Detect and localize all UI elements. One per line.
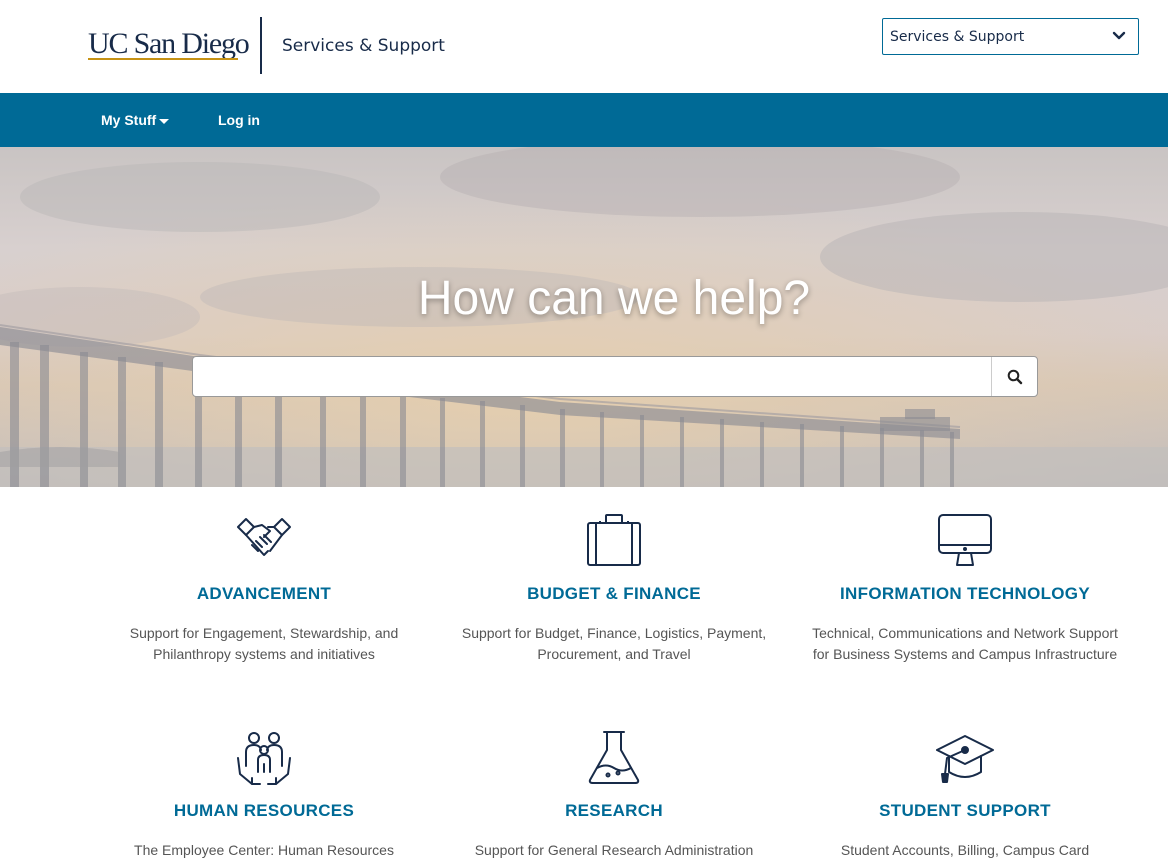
- monitor-icon: [938, 514, 992, 566]
- card-description: Student Accounts, Billing, Campus Card: [840, 842, 1090, 858]
- card-title[interactable]: ADVANCEMENT: [109, 584, 419, 604]
- site-title[interactable]: Services & Support: [282, 36, 445, 56]
- briefcase-icon: [587, 514, 641, 566]
- uc-san-diego-logo[interactable]: UC San Diego: [88, 28, 250, 60]
- category-card-research[interactable]: RESEARCH Support for General Research Ad…: [459, 728, 769, 858]
- card-title[interactable]: HUMAN RESOURCES: [109, 801, 419, 821]
- card-title[interactable]: INFORMATION TECHNOLOGY: [810, 584, 1120, 604]
- category-card-human-resources[interactable]: HUMAN RESOURCES The Employee Center: Hum…: [109, 728, 419, 858]
- site-select[interactable]: Services & Support: [882, 18, 1139, 55]
- people-hands-icon: [237, 732, 291, 785]
- hero-heading: How can we help?: [417, 272, 811, 325]
- category-card-information-technology[interactable]: INFORMATION TECHNOLOGY Technical, Commun…: [810, 511, 1120, 662]
- hero-banner: How can we help?: [0, 147, 1168, 487]
- card-description: The Employee Center: Human Resources: [134, 842, 394, 858]
- search-bar: [192, 356, 1038, 397]
- category-card-budget-finance[interactable]: BUDGET & FINANCE Support for Budget, Fin…: [459, 511, 769, 662]
- card-title[interactable]: STUDENT SUPPORT: [810, 801, 1120, 821]
- card-description: Support for Budget, Finance, Logistics, …: [461, 625, 767, 662]
- category-card-student-support[interactable]: STUDENT SUPPORT Student Accounts, Billin…: [810, 728, 1120, 858]
- flask-icon: [588, 731, 640, 784]
- card-description: Technical, Communications and Network Su…: [812, 625, 1118, 662]
- handshake-icon: [237, 518, 291, 556]
- graduation-cap-icon: [936, 735, 994, 783]
- site-select-value: Services & Support: [890, 28, 1025, 45]
- search-button[interactable]: [991, 357, 1037, 396]
- chevron-down-icon: [1112, 31, 1126, 40]
- logo-underline: [88, 58, 238, 60]
- category-card-advancement[interactable]: ADVANCEMENT Support for Engagement, Stew…: [109, 511, 419, 662]
- card-description: Support for Engagement, Stewardship, and…: [129, 625, 399, 662]
- search-input[interactable]: [193, 357, 991, 396]
- nav-item-log-in[interactable]: Log in: [218, 112, 260, 128]
- search-icon: [1007, 369, 1022, 384]
- nav-item-my-stuff[interactable]: My Stuff: [101, 112, 170, 128]
- caret-down-icon: [159, 118, 170, 124]
- nav-item-label: My Stuff: [101, 112, 157, 128]
- nav-item-label: Log in: [218, 112, 260, 128]
- card-title[interactable]: RESEARCH: [459, 801, 769, 821]
- card-description: Support for General Research Administrat…: [474, 842, 754, 858]
- site-header: UC San Diego Services & Support Services…: [0, 0, 1168, 93]
- card-title[interactable]: BUDGET & FINANCE: [459, 584, 769, 604]
- main-nav: My Stuff Log in: [0, 93, 1168, 147]
- header-divider: [260, 17, 262, 74]
